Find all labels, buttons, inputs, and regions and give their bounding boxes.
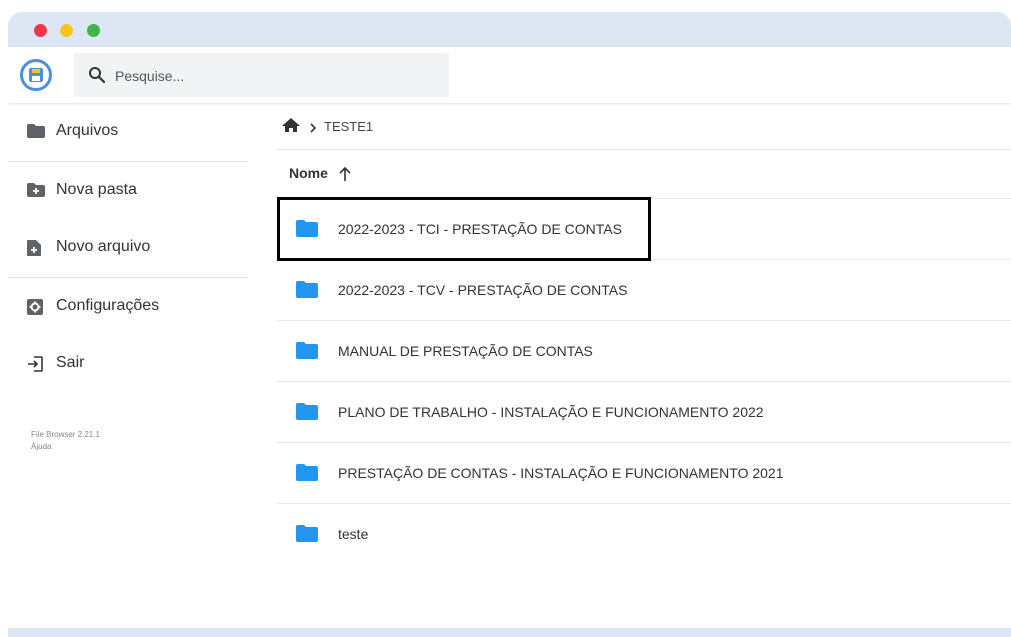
home-icon[interactable] bbox=[281, 117, 301, 138]
maximize-window-dot[interactable] bbox=[87, 24, 100, 37]
list-item[interactable]: PRESTAÇÃO DE CONTAS - INSTALAÇÃO E FUNCI… bbox=[277, 443, 1011, 504]
list-item[interactable]: 2022-2023 - TCI - PRESTAÇÃO DE CONTAS bbox=[277, 199, 1011, 260]
app-logo-icon[interactable] bbox=[20, 59, 52, 91]
breadcrumb: TESTE1 bbox=[277, 103, 1011, 150]
sidebar: Arquivos Nova pasta Novo arquivo Configu… bbox=[8, 103, 248, 561]
search-box[interactable]: Pesquise... bbox=[74, 53, 449, 97]
new-folder-icon bbox=[26, 182, 46, 203]
list-item-label: PRESTAÇÃO DE CONTAS - INSTALAÇÃO E FUNCI… bbox=[338, 465, 784, 481]
list-item[interactable]: 2022-2023 - TCV - PRESTAÇÃO DE CONTAS bbox=[277, 260, 1011, 321]
chevron-right-icon bbox=[308, 120, 318, 138]
list-item-label: PLANO DE TRABALHO - INSTALAÇÃO E FUNCION… bbox=[338, 404, 764, 420]
sidebar-item-label: Configurações bbox=[56, 297, 160, 314]
folder-icon bbox=[295, 402, 319, 426]
list-item-label: MANUAL DE PRESTAÇÃO DE CONTAS bbox=[338, 343, 593, 359]
top-header: Pesquise... bbox=[8, 47, 1011, 103]
new-file-icon bbox=[26, 239, 42, 262]
folder-icon bbox=[26, 123, 46, 144]
sort-ascending-icon[interactable] bbox=[338, 166, 352, 187]
sidebar-item-configuracoes[interactable]: Configurações bbox=[8, 278, 248, 334]
sidebar-item-label: Nova pasta bbox=[56, 181, 137, 198]
column-name-label: Nome bbox=[289, 165, 328, 181]
sidebar-item-label: Sair bbox=[56, 354, 85, 371]
list-item[interactable]: PLANO DE TRABALHO - INSTALAÇÃO E FUNCION… bbox=[277, 382, 1011, 443]
version-label: File Browser 2.21.1 bbox=[31, 430, 100, 439]
sidebar-item-nova-pasta[interactable]: Nova pasta bbox=[8, 162, 248, 218]
settings-icon bbox=[26, 298, 44, 321]
search-icon bbox=[88, 66, 106, 89]
sidebar-item-arquivos[interactable]: Arquivos bbox=[8, 103, 248, 159]
sidebar-item-novo-arquivo[interactable]: Novo arquivo bbox=[8, 219, 248, 275]
list-item[interactable]: MANUAL DE PRESTAÇÃO DE CONTAS bbox=[277, 321, 1011, 382]
folder-icon bbox=[295, 524, 319, 548]
bottom-bar bbox=[8, 628, 1011, 637]
app-window: Pesquise... Arquivos Nova pasta Novo arq… bbox=[8, 12, 1011, 561]
close-window-dot[interactable] bbox=[34, 24, 47, 37]
window-titlebar bbox=[8, 12, 1011, 47]
list-item[interactable]: teste bbox=[277, 504, 1011, 561]
folder-icon bbox=[295, 219, 319, 243]
sidebar-item-label: Novo arquivo bbox=[56, 238, 151, 255]
file-listing: TESTE1 Nome 2022-2023 - TCI - PRESTAÇÃO … bbox=[277, 103, 1011, 561]
logout-icon bbox=[26, 355, 44, 378]
search-input[interactable]: Pesquise... bbox=[115, 68, 184, 84]
folder-icon bbox=[295, 463, 319, 487]
list-item-label: 2022-2023 - TCI - PRESTAÇÃO DE CONTAS bbox=[338, 221, 622, 237]
list-item-label: 2022-2023 - TCV - PRESTAÇÃO DE CONTAS bbox=[338, 282, 628, 298]
breadcrumb-current[interactable]: TESTE1 bbox=[324, 119, 373, 134]
sidebar-item-sair[interactable]: Sair bbox=[8, 335, 248, 391]
minimize-window-dot[interactable] bbox=[60, 24, 73, 37]
list-item-label: teste bbox=[338, 526, 369, 542]
help-link[interactable]: Ajuda bbox=[31, 442, 51, 451]
column-header-name[interactable]: Nome bbox=[277, 150, 1011, 199]
sidebar-item-label: Arquivos bbox=[56, 122, 119, 139]
folder-icon bbox=[295, 280, 319, 304]
folder-icon bbox=[295, 341, 319, 365]
